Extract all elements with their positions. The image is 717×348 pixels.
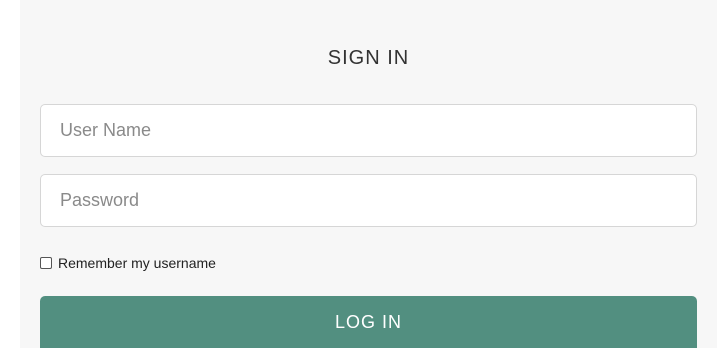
login-button[interactable]: LOG IN — [40, 296, 697, 348]
username-input[interactable] — [40, 104, 697, 157]
remember-username-checkbox[interactable] — [40, 257, 52, 269]
remember-username-label: Remember my username — [58, 255, 216, 271]
page-title: SIGN IN — [327, 47, 410, 69]
remember-username-option[interactable]: Remember my username — [40, 253, 216, 273]
password-input[interactable] — [40, 174, 697, 227]
